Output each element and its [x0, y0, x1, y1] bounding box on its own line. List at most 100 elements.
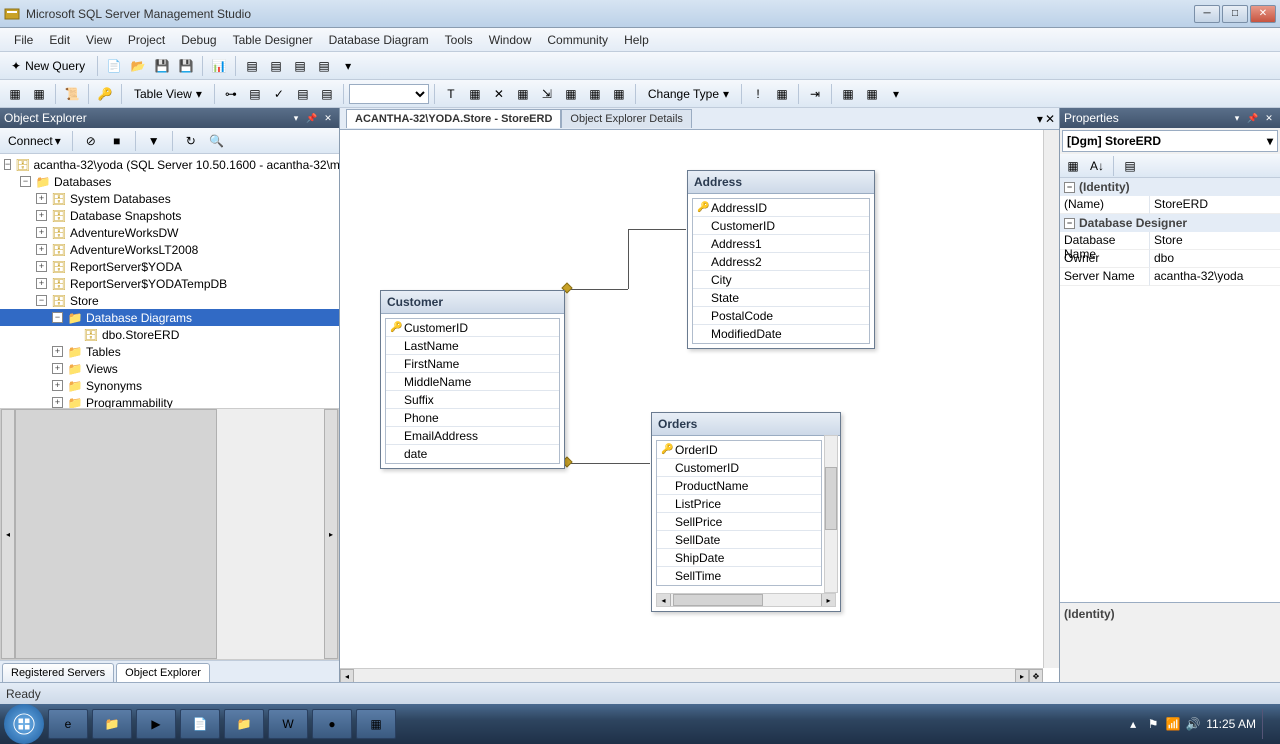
- properties-window-icon[interactable]: ▤: [313, 55, 335, 77]
- column-orderid[interactable]: 🔑OrderID: [657, 441, 821, 459]
- column-sellprice[interactable]: SellPrice: [657, 513, 821, 531]
- arrange-selection-icon[interactable]: ▦: [560, 83, 582, 105]
- pan-icon[interactable]: ✥: [1029, 669, 1043, 682]
- delete-tables-icon[interactable]: ✕: [488, 83, 510, 105]
- expander-icon[interactable]: +: [52, 397, 63, 408]
- add-table-icon[interactable]: ▦: [28, 83, 50, 105]
- column-date[interactable]: date: [386, 445, 559, 463]
- table-address[interactable]: Address 🔑AddressIDCustomerIDAddress1Addr…: [687, 170, 875, 349]
- refresh-icon[interactable]: ↻: [180, 130, 202, 152]
- save-all-icon[interactable]: 💾: [175, 55, 197, 77]
- expander-icon[interactable]: +: [36, 210, 47, 221]
- filter-icon[interactable]: ▼: [143, 130, 165, 152]
- expander-icon[interactable]: −: [52, 312, 63, 323]
- taskbar-app-icon[interactable]: 📄: [180, 709, 220, 739]
- canvas-horizontal-scrollbar[interactable]: ◂ ▸ ✥: [340, 668, 1043, 682]
- menu-table-designer[interactable]: Table Designer: [225, 30, 321, 50]
- new-table-icon[interactable]: ▦: [4, 83, 26, 105]
- column-postalcode[interactable]: PostalCode: [693, 307, 869, 325]
- tray-volume-icon[interactable]: 🔊: [1186, 717, 1200, 731]
- verify-sql-icon[interactable]: ▦: [771, 83, 793, 105]
- category-database-designer[interactable]: −Database Designer: [1060, 214, 1280, 232]
- panel-close-icon[interactable]: ✕: [321, 111, 335, 125]
- recalculate-page-breaks-icon[interactable]: ▦: [837, 83, 859, 105]
- prop-name-value[interactable]: StoreERD: [1150, 196, 1280, 214]
- column-lastname[interactable]: LastName: [386, 337, 559, 355]
- alphabetical-icon[interactable]: A↓: [1086, 155, 1108, 177]
- menu-help[interactable]: Help: [616, 30, 657, 50]
- change-type-dropdown[interactable]: Change Type ▾: [641, 83, 736, 105]
- tree-db-database-snapshots[interactable]: +🗄Database Snapshots: [0, 207, 339, 224]
- expander-icon[interactable]: +: [52, 346, 63, 357]
- registered-servers-icon[interactable]: ▤: [241, 55, 263, 77]
- expander-icon[interactable]: +: [36, 261, 47, 272]
- scroll-thumb[interactable]: [825, 467, 837, 529]
- column-address2[interactable]: Address2: [693, 253, 869, 271]
- properties-grid[interactable]: −(Identity) (Name)StoreERD −Database Des…: [1060, 178, 1280, 602]
- taskbar-explorer-icon[interactable]: 📁: [92, 709, 132, 739]
- expander-icon[interactable]: −: [20, 176, 31, 187]
- expander-icon[interactable]: +: [52, 363, 63, 374]
- scroll-left-icon[interactable]: ◂: [340, 669, 354, 682]
- column-city[interactable]: City: [693, 271, 869, 289]
- category-identity[interactable]: −(Identity): [1060, 178, 1280, 196]
- tray-clock[interactable]: 11:25 AM: [1206, 717, 1256, 731]
- table-view-dropdown[interactable]: Table View ▾: [127, 83, 209, 105]
- column-selltime[interactable]: SellTime: [657, 567, 821, 585]
- manage-indexes-icon[interactable]: ▤: [244, 83, 266, 105]
- taskbar-word-icon[interactable]: W: [268, 709, 308, 739]
- taskbar-ssms-icon[interactable]: ▦: [356, 709, 396, 739]
- arrange-tables-icon[interactable]: ▦: [584, 83, 606, 105]
- search-icon[interactable]: 🔍: [206, 130, 228, 152]
- tree-db-store[interactable]: −🗄Store: [0, 292, 339, 309]
- disconnect-icon[interactable]: ⊘: [80, 130, 102, 152]
- tree-views[interactable]: +📁Views: [0, 360, 339, 377]
- new-query-button[interactable]: ✦ New Query: [4, 55, 92, 77]
- object-explorer-tab[interactable]: Object Explorer: [116, 663, 210, 682]
- column-suffix[interactable]: Suffix: [386, 391, 559, 409]
- scroll-right-icon[interactable]: ▸: [324, 409, 338, 659]
- diagram-canvas[interactable]: Customer 🔑CustomerIDLastNameFirstNameMid…: [340, 130, 1059, 682]
- menu-view[interactable]: View: [78, 30, 120, 50]
- panel-dropdown-icon[interactable]: ▾: [1230, 111, 1244, 125]
- column-firstname[interactable]: FirstName: [386, 355, 559, 373]
- autosize-tables-icon[interactable]: ⇲: [536, 83, 558, 105]
- menu-file[interactable]: File: [6, 30, 41, 50]
- table-horizontal-scrollbar[interactable]: ◂ ▸: [656, 593, 836, 607]
- view-page-breaks-icon[interactable]: ▦: [861, 83, 883, 105]
- column-addressid[interactable]: 🔑AddressID: [693, 199, 869, 217]
- connect-dropdown[interactable]: Connect ▾: [4, 132, 65, 150]
- object-explorer-details-tab[interactable]: Object Explorer Details: [561, 109, 692, 128]
- column-productname[interactable]: ProductName: [657, 477, 821, 495]
- menu-tools[interactable]: Tools: [437, 30, 481, 50]
- tree-synonyms[interactable]: +📁Synonyms: [0, 377, 339, 394]
- check-constraints-icon[interactable]: ✓: [268, 83, 290, 105]
- diagram-tab[interactable]: ACANTHA-32\YODA.Store - StoreERD: [346, 109, 561, 128]
- tree-db-system-databases[interactable]: +🗄System Databases: [0, 190, 339, 207]
- tree-db-reportserver-yodatempdb[interactable]: +🗄ReportServer$YODATempDB: [0, 275, 339, 292]
- menu-database-diagram[interactable]: Database Diagram: [321, 30, 437, 50]
- indent-icon[interactable]: ⇥: [804, 83, 826, 105]
- panel-pin-icon[interactable]: 📌: [305, 111, 319, 125]
- column-customerid[interactable]: 🔑CustomerID: [386, 319, 559, 337]
- menu-window[interactable]: Window: [481, 30, 540, 50]
- new-text-annotation-icon[interactable]: T: [440, 83, 462, 105]
- scroll-right-icon[interactable]: ▸: [1015, 669, 1029, 682]
- column-state[interactable]: State: [693, 289, 869, 307]
- maximize-button[interactable]: □: [1222, 5, 1248, 23]
- minimize-button[interactable]: ─: [1194, 5, 1220, 23]
- column-modifieddate[interactable]: ModifiedDate: [693, 325, 869, 343]
- object-explorer-tree[interactable]: −🗄acantha-32\yoda (SQL Server 10.50.1600…: [0, 154, 339, 408]
- remove-from-diagram-icon[interactable]: ▦: [512, 83, 534, 105]
- expander-icon[interactable]: +: [36, 193, 47, 204]
- scroll-right-icon[interactable]: ▸: [821, 594, 835, 606]
- menu-project[interactable]: Project: [120, 30, 173, 50]
- generate-change-script-icon[interactable]: 📜: [61, 83, 83, 105]
- tree-diagram-storeerd[interactable]: 🗄dbo.StoreERD: [0, 326, 339, 343]
- tree-db-adventureworksdw[interactable]: +🗄AdventureWorksDW: [0, 224, 339, 241]
- panel-close-icon[interactable]: ✕: [1262, 111, 1276, 125]
- tree-database-diagrams[interactable]: −📁Database Diagrams: [0, 309, 339, 326]
- table-vertical-scrollbar[interactable]: [824, 435, 838, 593]
- column-phone[interactable]: Phone: [386, 409, 559, 427]
- expander-icon[interactable]: −: [4, 159, 11, 170]
